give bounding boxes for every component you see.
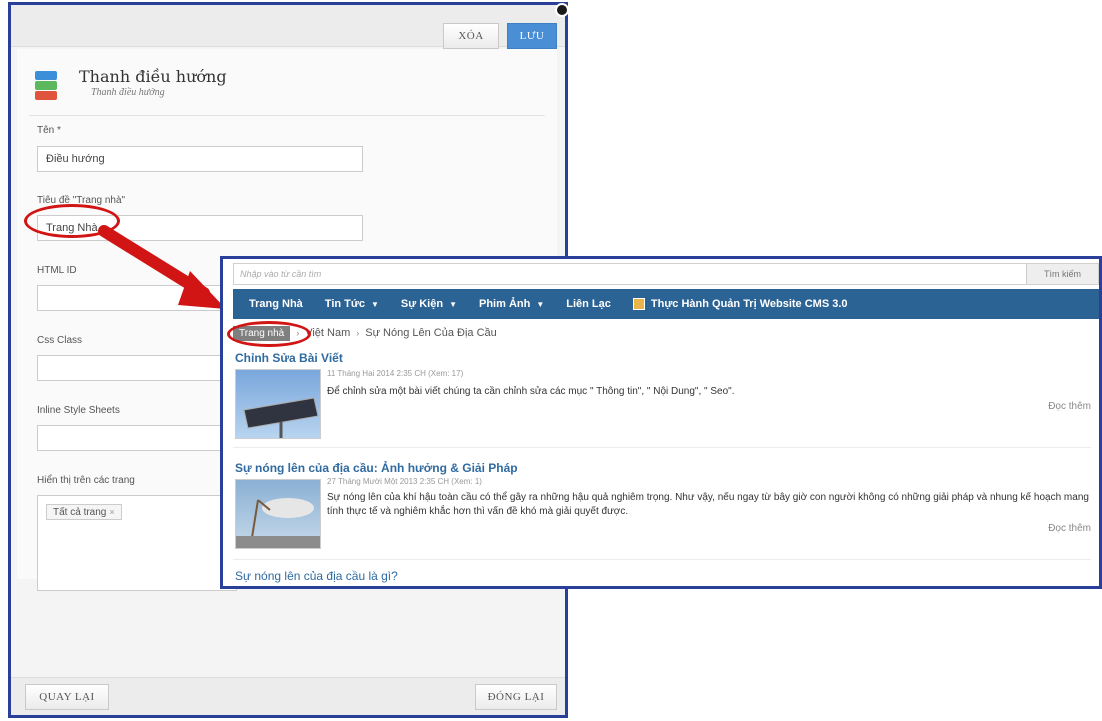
post-excerpt: Để chỉnh sửa một bài viết chúng ta cần c… [327,386,735,397]
close-icon[interactable] [555,3,569,17]
post-excerpt: Sự nóng lên của khí hậu toàn cầu có thể … [327,492,1089,517]
close-button[interactable]: ĐÓNG LẠI [475,684,557,710]
pages-tag: Tất cả trang × [46,504,122,520]
css-class-label: Css Class [37,335,83,346]
read-more-link[interactable]: Đọc thêm [1048,523,1091,534]
nav-item-home[interactable]: Trang Nhà [249,298,303,310]
nav-item-cms[interactable]: Thực Hành Quản Trị Website CMS 3.0 [632,298,848,310]
panel-toolbar: XÓA LƯU [11,3,569,49]
pages-tag-label: Tất cả trang [53,506,107,518]
nav-item-media[interactable]: Phim Ảnh ▼ [479,298,544,310]
delete-button[interactable]: XÓA [443,23,499,49]
read-more-link[interactable]: Đọc thêm [1048,401,1091,412]
nav-item-label: Trang Nhà [249,298,303,310]
search-button[interactable]: Tìm kiếm [1026,264,1098,284]
caret-down-icon: ▼ [536,299,545,309]
panel-title: Thanh điều hướng [79,67,227,86]
nav-item-events[interactable]: Sự Kiện ▼ [401,298,457,310]
nav-item-label: Phim Ảnh [479,298,531,310]
remove-tag-icon[interactable]: × [109,507,114,517]
post-title[interactable]: Sự nóng lên của địa cầu là gì? [235,569,398,583]
caret-down-icon: ▼ [370,299,379,309]
nav-item-label: Liên Lạc [566,298,611,310]
nav-item-label: Sự Kiện [400,298,444,310]
inline-style-label: Inline Style Sheets [37,405,120,416]
divider [29,115,545,116]
panel-footer: QUAY LẠI ĐÓNG LẠI [11,677,565,715]
post-title[interactable]: Chỉnh Sửa Bài Viết [235,351,343,365]
divider [233,447,1091,448]
panel-subtitle: Thanh điều hướng [91,87,165,98]
book-icon [632,298,645,310]
inline-style-field[interactable] [37,425,237,451]
website-preview: Nhập vào từ cần tìm Tìm kiếm Trang Nhà T… [220,256,1102,589]
breadcrumb-separator: › [356,328,360,338]
post-meta: 11 Tháng Hai 2014 2:35 CH (Xem: 17) [327,369,464,378]
caret-down-icon: ▼ [449,299,457,309]
divider [233,559,1091,560]
red-arrow-icon [98,225,226,309]
css-class-field[interactable] [37,355,237,381]
name-label: Tên * [37,125,61,136]
post-meta: 27 Tháng Mười Một 2013 2:35 CH (Xem: 1) [327,477,482,486]
nav-item-contact[interactable]: Liên Lạc [566,298,611,310]
pages-select[interactable]: Tất cả trang × [37,495,237,591]
nav-item-label: Thực Hành Quản Trị Website CMS 3.0 [650,298,848,310]
nav-item-news[interactable]: Tin Tức ▼ [325,298,379,310]
post-title[interactable]: Sự nóng lên của địa cầu: Ảnh hưởng & Giả… [235,461,518,475]
html-id-label: HTML ID [37,265,77,276]
back-button[interactable]: QUAY LẠI [25,684,109,710]
breadcrumb-item[interactable]: Việt Nam [305,327,350,339]
nav-item-label: Tin Tức [324,298,365,310]
search-bar[interactable]: Nhập vào từ cần tìm Tìm kiếm [233,263,1099,285]
highlight-oval-breadcrumb [227,321,311,347]
post-thumbnail[interactable] [235,479,321,549]
pages-label: Hiển thị trên các trang [37,475,135,486]
save-button[interactable]: LƯU [507,23,557,49]
search-placeholder: Nhập vào từ cần tìm [240,269,322,279]
cubes-icon [35,71,57,101]
name-field[interactable]: Điều hướng [37,146,363,172]
post-thumbnail[interactable] [235,369,321,439]
main-nav: Trang Nhà Tin Tức ▼ Sự Kiện ▼ Phim Ảnh ▼… [233,289,1099,319]
breadcrumb-item[interactable]: Sự Nóng Lên Của Địa Cầu [365,327,497,339]
